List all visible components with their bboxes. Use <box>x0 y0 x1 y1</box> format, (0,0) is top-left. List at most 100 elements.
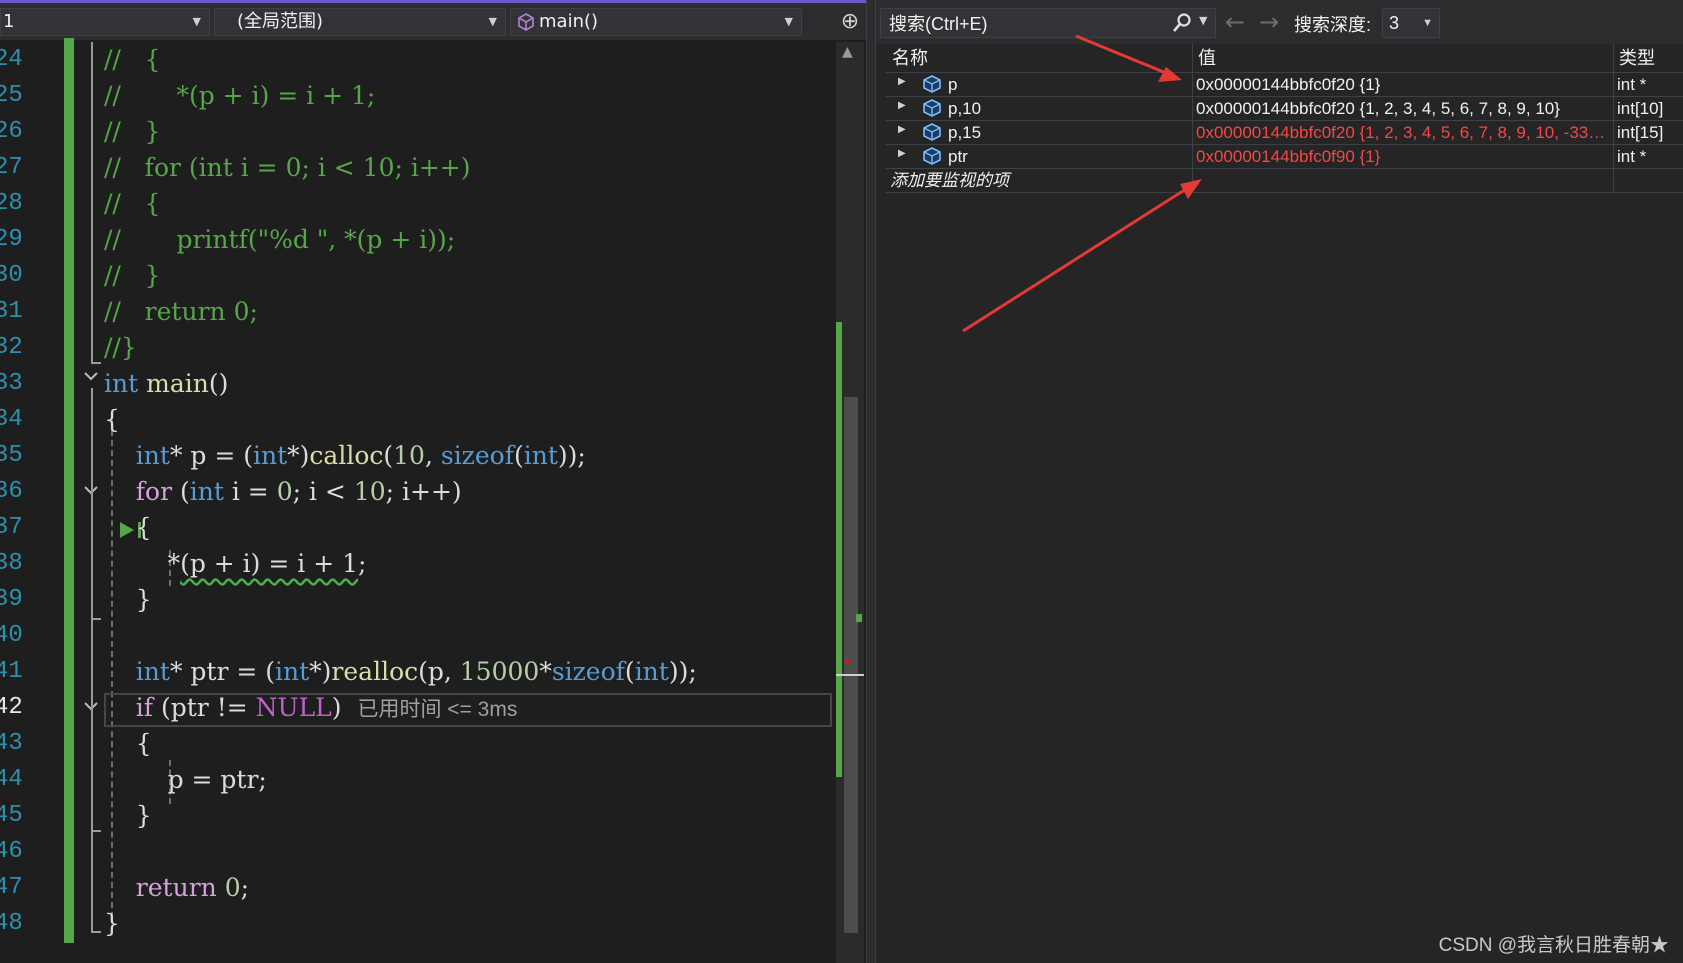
code-token: int <box>523 441 558 470</box>
column-header-name[interactable]: 名称 <box>892 44 1172 72</box>
column-divider <box>1192 72 1193 97</box>
search-icon[interactable] <box>1171 12 1193 34</box>
add-watch-label[interactable]: 添加要监视的项 <box>890 168 1009 193</box>
scope-dropdown[interactable]: (全局范围) ▼ <box>214 8 506 36</box>
code-token: ( <box>624 657 635 686</box>
watch-row-type: int * <box>1617 75 1647 94</box>
code-line: // { <box>104 186 161 222</box>
code-line: //} <box>104 330 137 366</box>
code-token: } <box>104 801 152 830</box>
expand-triangle-icon[interactable]: ▶ <box>898 148 906 159</box>
line-number: 28 <box>0 190 23 217</box>
line-number: 47 <box>0 874 23 901</box>
expand-triangle-icon[interactable]: ▶ <box>898 100 906 111</box>
code-editor[interactable]: 1 ▼ (全局范围) ▼ main() ▼ ⊕ 24 25 26 27 28 29 30 31… <box>0 0 866 963</box>
code-line: // { <box>104 42 161 78</box>
change-tracking-bar <box>64 38 74 943</box>
code-token: ; <box>358 549 367 578</box>
pane-splitter[interactable] <box>866 0 876 963</box>
code-token: ( <box>172 477 190 506</box>
code-token: // { <box>104 189 161 218</box>
watch-row-name: p,15 <box>948 123 982 142</box>
watermark-text: CSDN @我言秋日胜春朝★ <box>1438 935 1669 956</box>
watch-row-value[interactable]: 0x00000144bbfc0f20 {1, 2, 3, 4, 5, 6, 7,… <box>1196 96 1608 121</box>
for-block-guide <box>91 502 93 620</box>
code-line: } <box>104 582 152 618</box>
watch-row-name: p,10 <box>948 99 982 118</box>
expand-triangle-icon[interactable]: ▶ <box>898 76 906 87</box>
scrollbar-thumb[interactable] <box>844 397 858 933</box>
scroll-up-arrow-icon[interactable]: ▲ <box>842 44 853 60</box>
watch-row[interactable]: ▶ p 0x00000144bbfc0f20 {1} int * <box>886 72 1683 97</box>
watch-row[interactable]: ▶ p,10 0x00000144bbfc0f20 {1, 2, 3, 4, 5, … <box>886 96 1683 121</box>
code-token: *) <box>287 441 310 470</box>
comment-block-guide-end <box>91 362 101 364</box>
add-watch-row[interactable]: 添加要监视的项 <box>886 168 1683 193</box>
watch-row-value[interactable]: 0x00000144bbfc0f20 {1} <box>1196 72 1608 97</box>
member-dropdown[interactable]: main() ▼ <box>510 8 802 36</box>
code-line: // *(p + i) = i + 1; <box>104 78 375 114</box>
code-line: } <box>104 798 152 834</box>
code-token: realloc <box>331 657 419 686</box>
variable-icon <box>923 147 941 165</box>
expand-triangle-icon[interactable]: ▶ <box>898 124 906 135</box>
chevron-down-icon: ▼ <box>192 15 201 28</box>
watch-row-value[interactable]: 0x00000144bbfc0f90 {1} <box>1196 144 1608 169</box>
search-options-chevron-icon[interactable]: ▼ <box>1199 14 1207 27</box>
code-token: (ptr != <box>153 693 256 722</box>
search-next-arrow-icon[interactable]: → <box>1254 8 1284 38</box>
watch-row-type: int * <box>1617 147 1647 166</box>
code-token: ; i++) <box>385 477 462 506</box>
code-line: // } <box>104 114 161 150</box>
watch-row-value[interactable]: 0x00000144bbfc0f20 {1, 2, 3, 4, 5, 6, 7,… <box>1196 120 1608 145</box>
column-divider <box>1613 96 1614 121</box>
watch-search-box[interactable]: ▼ <box>880 8 1216 38</box>
member-dropdown-value: main() <box>539 11 599 32</box>
code-line: // return 0; <box>104 294 258 330</box>
watch-row[interactable]: ▶ p,15 0x00000144bbfc0f20 {1, 2, 3, 4, 5, … <box>886 120 1683 145</box>
perf-tip[interactable]: 已用时间 <= 3ms <box>357 698 517 721</box>
scrollbar-caret-marker <box>836 674 864 676</box>
code-line: } <box>104 906 120 942</box>
column-header-type[interactable]: 类型 <box>1619 44 1683 72</box>
code-token: * <box>104 549 181 578</box>
code-token: { <box>104 405 120 434</box>
code-token: )); <box>557 441 586 470</box>
code-token: main <box>146 369 209 398</box>
column-divider <box>1192 168 1193 193</box>
code-line: // printf("%d ", *(p + i)); <box>104 222 455 258</box>
main-block-guide <box>91 388 93 933</box>
watch-row[interactable]: ▶ ptr 0x00000144bbfc0f90 {1} int * <box>886 144 1683 169</box>
watch-row-name: ptr <box>948 147 968 166</box>
code-token: { <box>104 729 152 758</box>
column-divider[interactable] <box>1192 44 1193 72</box>
split-editor-icon[interactable]: ⊕ <box>838 11 862 35</box>
column-divider[interactable] <box>1613 44 1614 72</box>
code-token: //} <box>104 333 137 362</box>
code-token: (p, <box>418 657 460 686</box>
code-token: int <box>634 657 669 686</box>
search-depth-dropdown[interactable]: 3 ▼ <box>1382 8 1440 38</box>
code-token: return <box>135 873 217 902</box>
code-token: for <box>135 477 173 506</box>
line-number: 36 <box>0 478 23 505</box>
code-token: { <box>104 513 152 542</box>
line-number: 45 <box>0 802 23 829</box>
column-header-value[interactable]: 值 <box>1198 44 1598 72</box>
if-block-guide-end <box>91 830 101 832</box>
code-line: p = ptr; <box>104 762 267 798</box>
fold-toggle-main[interactable] <box>82 367 100 385</box>
code-token: NULL <box>255 693 332 722</box>
code-token: int <box>104 369 139 398</box>
editor-vertical-scrollbar[interactable]: ▲ <box>836 42 864 963</box>
code-token: 10 <box>393 441 425 470</box>
code-token: // { <box>104 45 161 74</box>
project-dropdown[interactable]: 1 ▼ <box>0 8 210 36</box>
code-token: 0 <box>224 873 241 902</box>
watch-search-input[interactable] <box>887 11 1141 37</box>
search-previous-arrow-icon[interactable]: ← <box>1220 8 1250 38</box>
scrollbar-error-marker <box>846 660 850 664</box>
